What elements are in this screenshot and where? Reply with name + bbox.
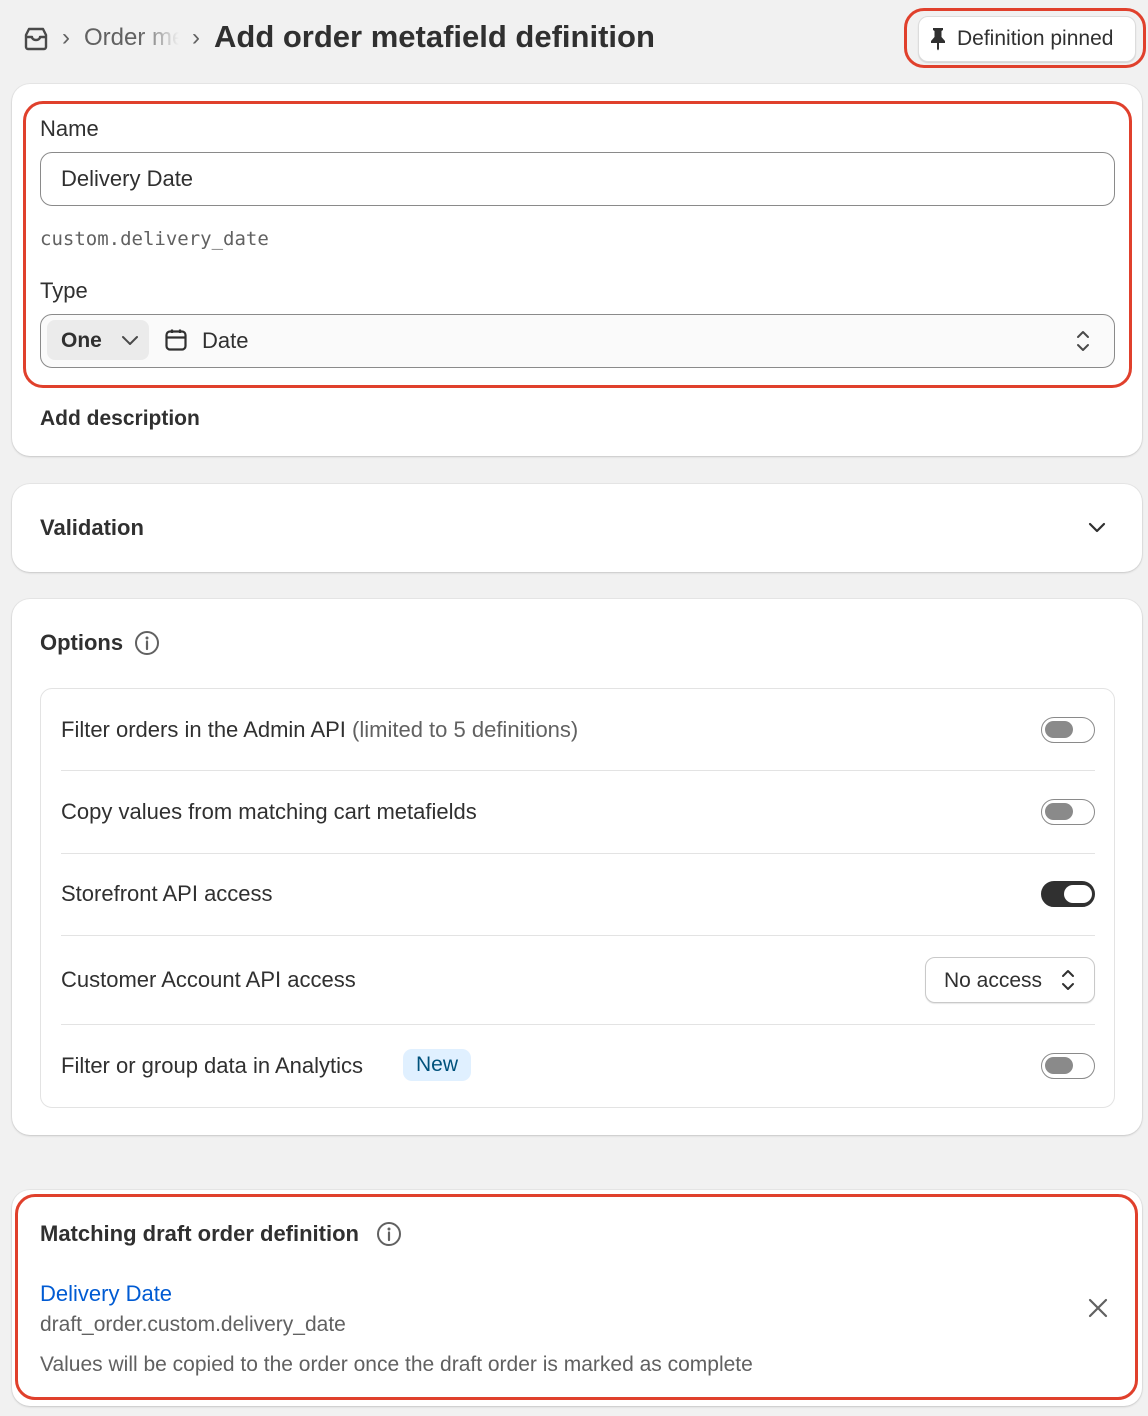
chevron-down-icon[interactable]: [1088, 520, 1106, 534]
divider: [61, 853, 1095, 854]
type-value: Date: [202, 328, 249, 353]
close-icon[interactable]: [1088, 1298, 1108, 1318]
namespace-key[interactable]: custom.delivery_date: [40, 228, 269, 250]
breadcrumb-link[interactable]: Order metafield definitions: [84, 24, 184, 52]
pin-button-label: Definition pinned: [957, 27, 1114, 50]
list-selector-value: One: [61, 329, 102, 352]
option-label: Filter orders in the Admin API (limited …: [61, 717, 579, 742]
definition-card: Name Delivery Date custom.delivery_date …: [12, 84, 1142, 456]
storefront-api-toggle[interactable]: [1041, 881, 1095, 907]
matching-title: Matching draft order definition: [40, 1221, 359, 1246]
option-label: Customer Account API access: [61, 967, 356, 992]
options-list: Filter orders in the Admin API (limited …: [40, 688, 1115, 1108]
chevron-down-icon: [122, 336, 138, 345]
page-header: › Order metafield definitions › Add orde…: [0, 0, 1148, 80]
breadcrumb-separator: ›: [62, 24, 70, 51]
add-description-button[interactable]: Add description: [40, 407, 200, 431]
matching-draft-card: Matching draft order definition Delivery…: [12, 1190, 1142, 1406]
divider: [61, 1024, 1095, 1025]
new-badge: New: [403, 1049, 472, 1081]
validation-card[interactable]: Validation: [12, 484, 1142, 572]
customer-account-access-select[interactable]: No access: [925, 957, 1095, 1003]
type-select[interactable]: One Date: [40, 314, 1115, 368]
matching-definition-link[interactable]: Delivery Date: [40, 1281, 172, 1307]
list-selector[interactable]: One: [47, 320, 149, 360]
info-icon[interactable]: [134, 630, 160, 656]
analytics-filter-toggle[interactable]: [1041, 1053, 1095, 1079]
divider: [61, 770, 1095, 771]
orders-icon[interactable]: [22, 26, 50, 52]
select-arrows-icon: [1062, 970, 1074, 990]
matching-description: Values will be copied to the order once …: [40, 1353, 753, 1376]
definition-pinned-button[interactable]: Definition pinned: [918, 16, 1136, 62]
matching-definition-key: draft_order.custom.delivery_date: [40, 1313, 346, 1336]
copy-cart-values-toggle[interactable]: [1041, 799, 1095, 825]
name-label: Name: [40, 116, 99, 141]
validation-title: Validation: [40, 515, 144, 540]
calendar-icon: [165, 329, 187, 351]
select-arrows-icon: [1077, 331, 1089, 351]
page-title: Add order metafield definition: [214, 19, 655, 54]
admin-api-filter-toggle[interactable]: [1041, 717, 1095, 743]
info-icon[interactable]: [376, 1221, 402, 1247]
type-label: Type: [40, 278, 88, 303]
option-label: Filter or group data in Analytics: [61, 1053, 364, 1078]
option-label: Copy values from matching cart metafield…: [61, 799, 477, 824]
name-input[interactable]: Delivery Date: [40, 152, 1115, 206]
option-label: Storefront API access: [61, 881, 273, 906]
options-title: Options: [40, 630, 124, 655]
options-card: Options Filter orders in the Admin API (…: [12, 599, 1142, 1135]
divider: [61, 935, 1095, 936]
pin-icon: [931, 28, 945, 51]
select-value: No access: [944, 969, 1043, 992]
breadcrumb-separator: ›: [192, 24, 200, 51]
name-input-value: Delivery Date: [61, 166, 194, 191]
